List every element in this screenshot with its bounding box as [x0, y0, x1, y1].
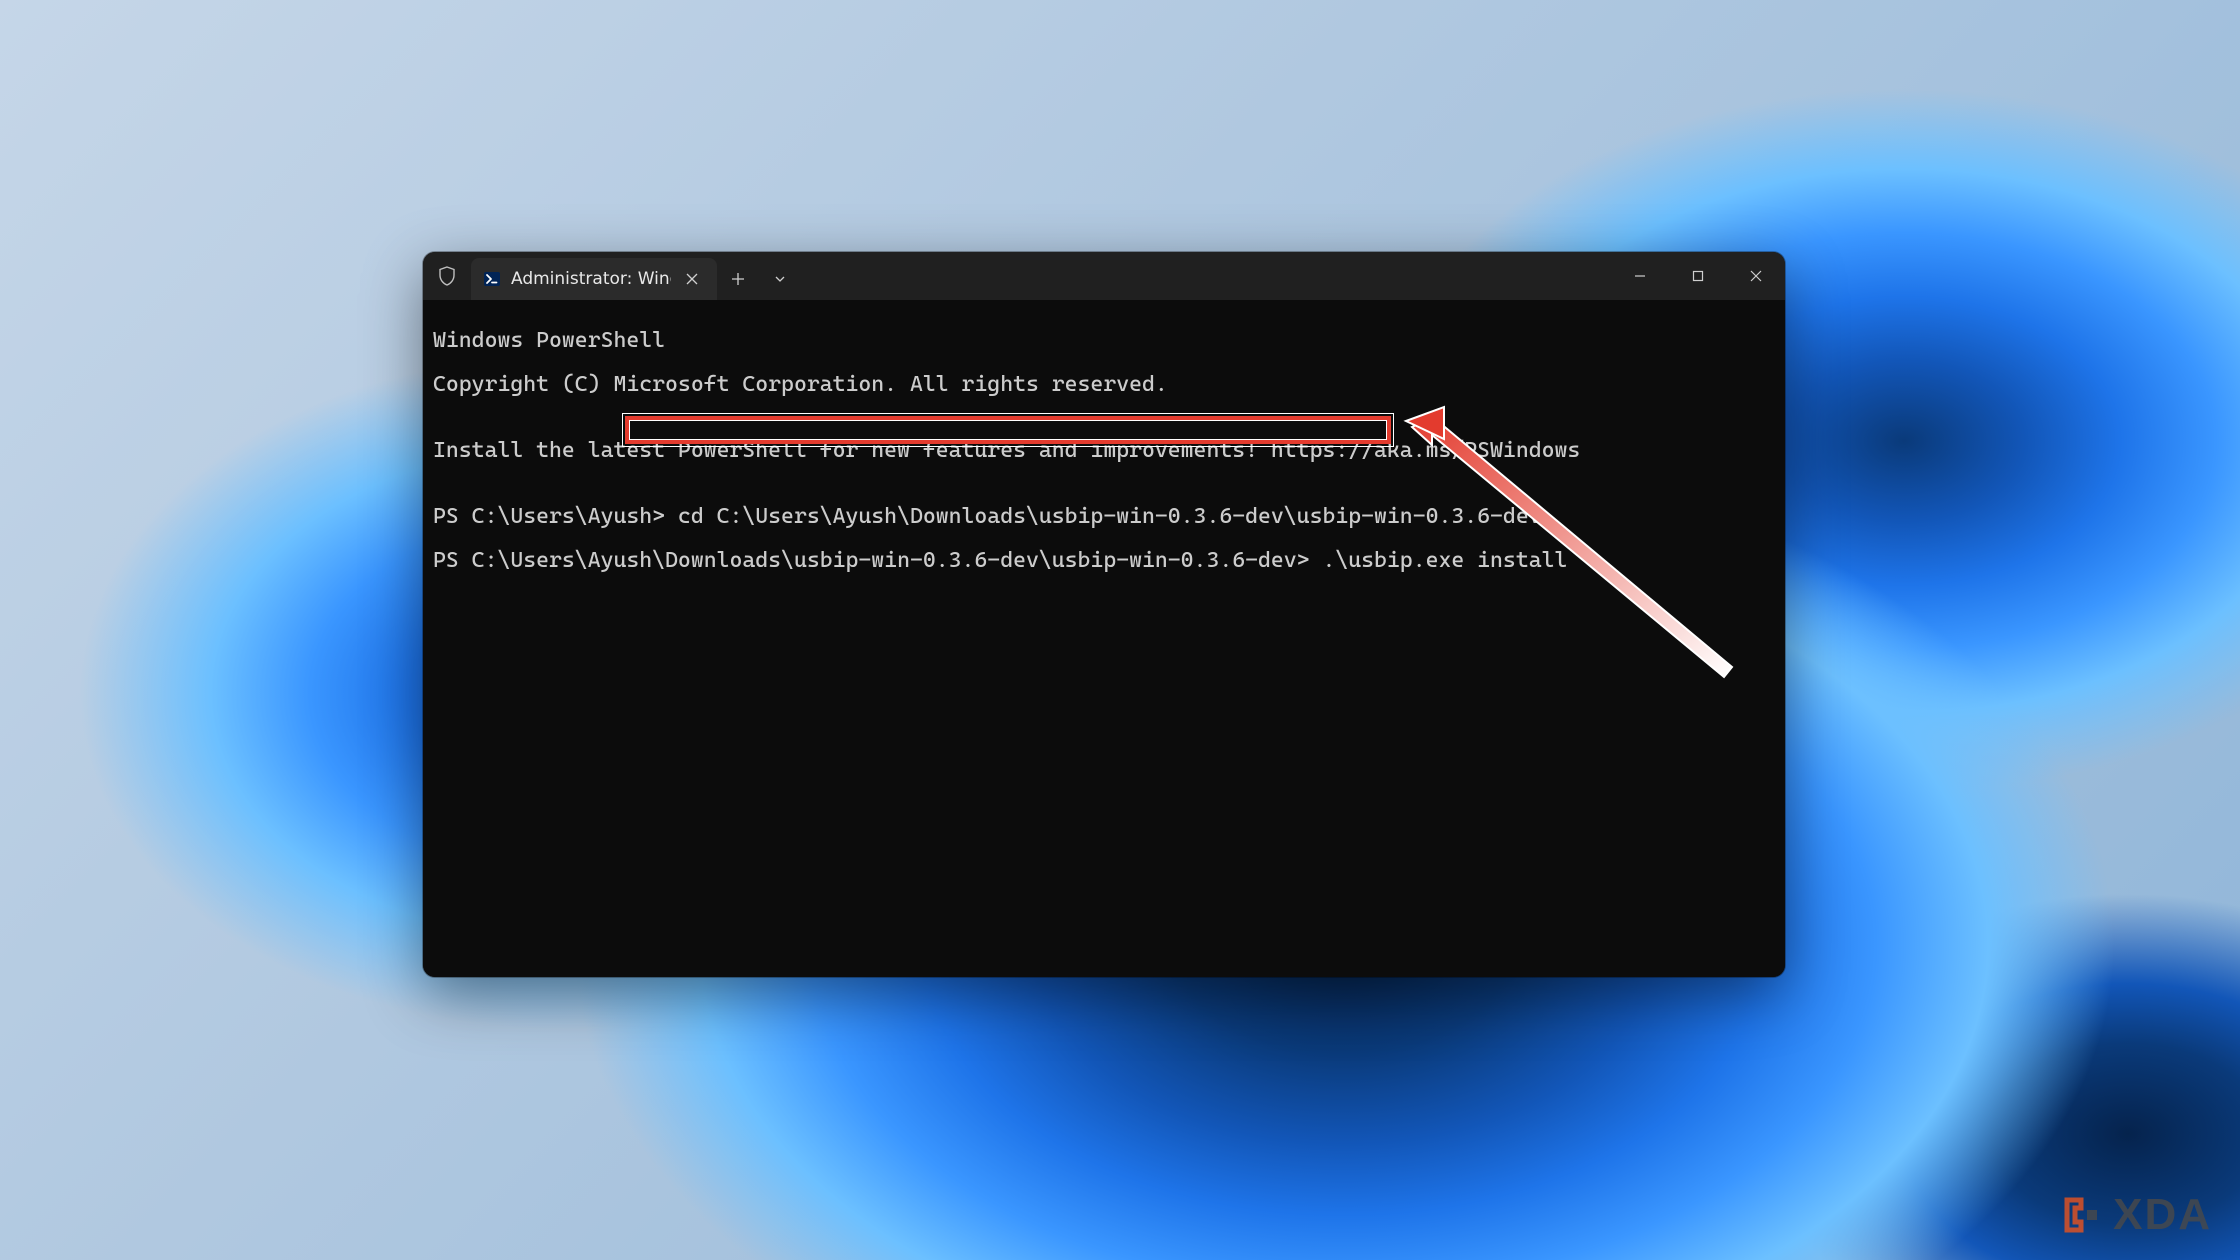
powershell-icon: [483, 270, 501, 288]
watermark-text: XDA: [2113, 1190, 2212, 1240]
terminal-body[interactable]: Windows PowerShell Copyright (C) Microso…: [423, 300, 1785, 977]
term-line: Install the latest PowerShell for new fe…: [433, 440, 1775, 462]
xda-logo-icon: [2061, 1194, 2103, 1236]
term-prompt-line: PS C:\Users\Ayush\Downloads\usbip-win-0.…: [433, 550, 1775, 572]
admin-shield-icon: [423, 252, 471, 300]
close-button[interactable]: [1727, 252, 1785, 300]
new-tab-button[interactable]: [717, 258, 759, 300]
prompt-path: PS C:\Users\Ayush\Downloads\usbip-win-0.…: [433, 548, 1310, 573]
watermark: XDA: [2061, 1190, 2212, 1240]
minimize-button[interactable]: [1611, 252, 1669, 300]
tab-title: Administrator: Windows Powe: [511, 269, 671, 289]
tab-close-button[interactable]: [681, 268, 703, 290]
prompt-path: PS C:\Users\Ayush>: [433, 504, 665, 529]
titlebar[interactable]: Administrator: Windows Powe: [423, 252, 1785, 300]
tab-powershell[interactable]: Administrator: Windows Powe: [471, 258, 717, 300]
titlebar-drag-region[interactable]: [801, 252, 1611, 300]
tab-dropdown-button[interactable]: [759, 258, 801, 300]
term-line: Windows PowerShell: [433, 330, 1775, 352]
prompt-command: .\usbip.exe install: [1310, 548, 1568, 573]
terminal-window: Administrator: Windows Powe: [423, 252, 1785, 977]
prompt-command: cd C:\Users\Ayush\Downloads\usbip-win-0.…: [665, 504, 1542, 529]
term-line: Copyright (C) Microsoft Corporation. All…: [433, 374, 1775, 396]
term-prompt-line: PS C:\Users\Ayush> cd C:\Users\Ayush\Dow…: [433, 506, 1775, 528]
maximize-button[interactable]: [1669, 252, 1727, 300]
